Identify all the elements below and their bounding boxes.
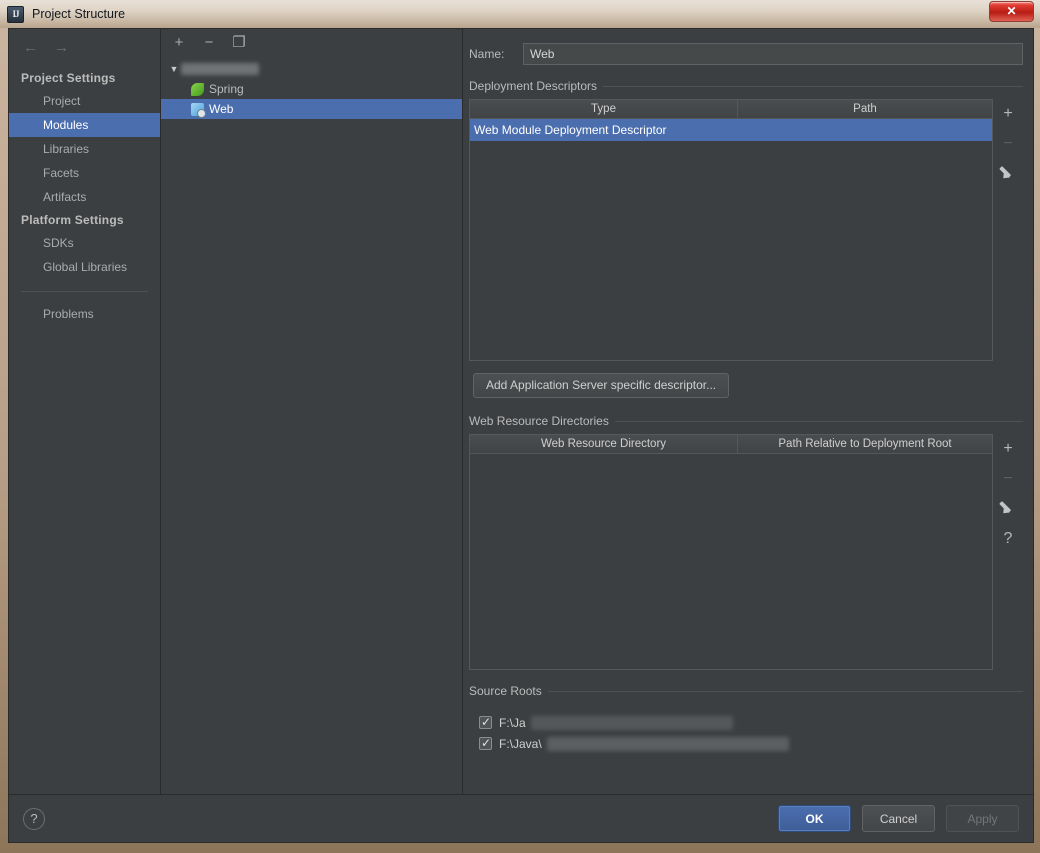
copy-module-icon[interactable]: ❐ xyxy=(231,35,247,51)
module-name-input[interactable] xyxy=(523,43,1023,65)
section-rule xyxy=(603,85,1023,87)
window-title: Project Structure xyxy=(32,7,126,21)
tree-row-spring[interactable]: Spring xyxy=(161,79,462,99)
cell-type: Web Module Deployment Descriptor xyxy=(474,123,667,137)
help-question-icon[interactable]: ? xyxy=(999,530,1017,548)
sidebar-item-sdks[interactable]: SDKs xyxy=(9,231,160,255)
remove-web-resource-icon[interactable]: − xyxy=(999,470,1017,488)
tree-node-label: Spring xyxy=(209,82,244,96)
remove-descriptor-icon[interactable]: − xyxy=(999,135,1017,153)
column-header-path[interactable]: Path xyxy=(738,100,992,118)
cancel-button[interactable]: Cancel xyxy=(862,805,935,832)
content-row: ← → Project Settings Project Modules Lib… xyxy=(9,29,1033,794)
add-module-icon[interactable]: + xyxy=(171,35,187,51)
web-module-icon xyxy=(191,102,206,118)
source-root-item[interactable]: F:\Ja xyxy=(479,712,1023,733)
deployment-descriptors-table: Type Path Web Module Deployment Descript… xyxy=(469,99,993,361)
module-tree: ▼ Spring Web xyxy=(161,57,462,794)
sidebar-item-project[interactable]: Project xyxy=(9,89,160,113)
add-web-resource-icon[interactable]: + xyxy=(999,440,1017,458)
deployment-descriptors-table-wrap: Type Path Web Module Deployment Descript… xyxy=(469,99,1023,361)
details-scrollbar[interactable] xyxy=(1029,29,1033,794)
column-header-path-relative[interactable]: Path Relative to Deployment Root xyxy=(738,435,992,453)
table-row[interactable]: Web Module Deployment Descriptor xyxy=(470,119,992,141)
forward-arrow-icon[interactable]: → xyxy=(54,40,69,55)
ok-button[interactable]: OK xyxy=(778,805,851,832)
web-resource-directories-table-wrap: Web Resource Directory Path Relative to … xyxy=(469,434,1023,670)
dialog-client-area: ← → Project Settings Project Modules Lib… xyxy=(8,28,1034,843)
source-root-checkbox[interactable] xyxy=(479,736,492,750)
source-root-label: F:\Java\ xyxy=(499,736,542,751)
sidebar-group-project-settings: Project Settings xyxy=(21,71,116,85)
web-resource-directories-title: Web Resource Directories xyxy=(469,414,1023,434)
apply-button[interactable]: Apply xyxy=(946,805,1019,832)
module-name-row: Name: xyxy=(469,39,1023,79)
redacted-project-name xyxy=(181,63,259,75)
edit-pencil-icon[interactable] xyxy=(999,165,1017,183)
intellij-idea-icon xyxy=(7,5,24,23)
column-header-type[interactable]: Type xyxy=(470,100,738,118)
back-arrow-icon[interactable]: ← xyxy=(23,40,38,55)
web-resource-directories-table: Web Resource Directory Path Relative to … xyxy=(469,434,993,670)
redacted-source-root-path xyxy=(546,736,789,751)
close-button[interactable]: ✕ xyxy=(989,1,1034,22)
sidebar-divider xyxy=(21,291,148,292)
module-name-label: Name: xyxy=(469,47,505,61)
help-button[interactable]: ? xyxy=(23,807,45,830)
table-body xyxy=(470,454,992,669)
add-descriptor-row: Add Application Server specific descript… xyxy=(469,361,1023,414)
edit-pencil-icon[interactable] xyxy=(999,500,1017,518)
source-root-item[interactable]: F:\Java\ xyxy=(479,733,1023,754)
add-descriptor-icon[interactable]: + xyxy=(999,105,1017,123)
tree-node-label: Web xyxy=(209,102,234,116)
source-root-checkbox[interactable] xyxy=(479,715,492,729)
deployment-descriptors-rail: + − xyxy=(993,99,1023,361)
table-header: Type Path xyxy=(470,100,992,119)
section-label: Web Resource Directories xyxy=(469,414,609,428)
sidebar-item-global-libraries[interactable]: Global Libraries xyxy=(9,255,160,279)
deployment-descriptors-title: Deployment Descriptors xyxy=(469,79,1023,99)
module-tree-panel: + − ❐ ▼ Spring Web xyxy=(161,29,463,794)
column-header-web-resource-directory[interactable]: Web Resource Directory xyxy=(470,435,738,453)
sidebar-item-facets[interactable]: Facets xyxy=(9,161,160,185)
dialog-actions: OK Cancel Apply xyxy=(778,805,1019,832)
spring-leaf-icon xyxy=(191,82,204,96)
source-roots-title: Source Roots xyxy=(469,670,1023,704)
source-root-label: F:\Ja xyxy=(499,715,526,730)
module-details-pane: Name: Deployment Descriptors Type Path xyxy=(463,29,1033,794)
dialog-button-bar: ? OK Cancel Apply xyxy=(9,794,1033,842)
table-body: Web Module Deployment Descriptor xyxy=(470,119,992,360)
table-row[interactable] xyxy=(470,454,992,480)
section-label: Deployment Descriptors xyxy=(469,79,598,93)
section-rule xyxy=(614,420,1023,422)
sidebar-item-problems[interactable]: Problems xyxy=(9,302,160,326)
expand-collapse-icon[interactable]: ▼ xyxy=(167,64,181,74)
sidebar-item-modules[interactable]: Modules xyxy=(9,113,160,137)
remove-module-icon[interactable]: − xyxy=(201,35,217,51)
section-label: Source Roots xyxy=(469,684,542,698)
module-tree-toolbar: + − ❐ xyxy=(161,29,462,57)
settings-sidebar: ← → Project Settings Project Modules Lib… xyxy=(9,29,161,794)
redacted-source-root-path xyxy=(530,715,733,730)
tree-row-web[interactable]: Web xyxy=(161,99,462,119)
tree-row-project-root[interactable]: ▼ xyxy=(161,59,462,79)
sidebar-item-artifacts[interactable]: Artifacts xyxy=(9,185,160,209)
title-bar: Project Structure ✕ xyxy=(0,0,1040,28)
sidebar-nav-arrows: ← → xyxy=(9,37,160,67)
title-bar-left: Project Structure xyxy=(7,5,126,23)
add-application-server-descriptor-button[interactable]: Add Application Server specific descript… xyxy=(473,373,730,398)
web-resource-directories-rail: + − ? xyxy=(993,434,1023,670)
window-frame: Project Structure ✕ ← → Project Settings… xyxy=(0,0,1040,853)
sidebar-item-libraries[interactable]: Libraries xyxy=(9,137,160,161)
source-roots-list: F:\Ja F:\Java\ xyxy=(469,704,1023,754)
sidebar-group-platform-settings: Platform Settings xyxy=(21,213,124,227)
section-rule xyxy=(547,690,1023,692)
table-header: Web Resource Directory Path Relative to … xyxy=(470,435,992,454)
